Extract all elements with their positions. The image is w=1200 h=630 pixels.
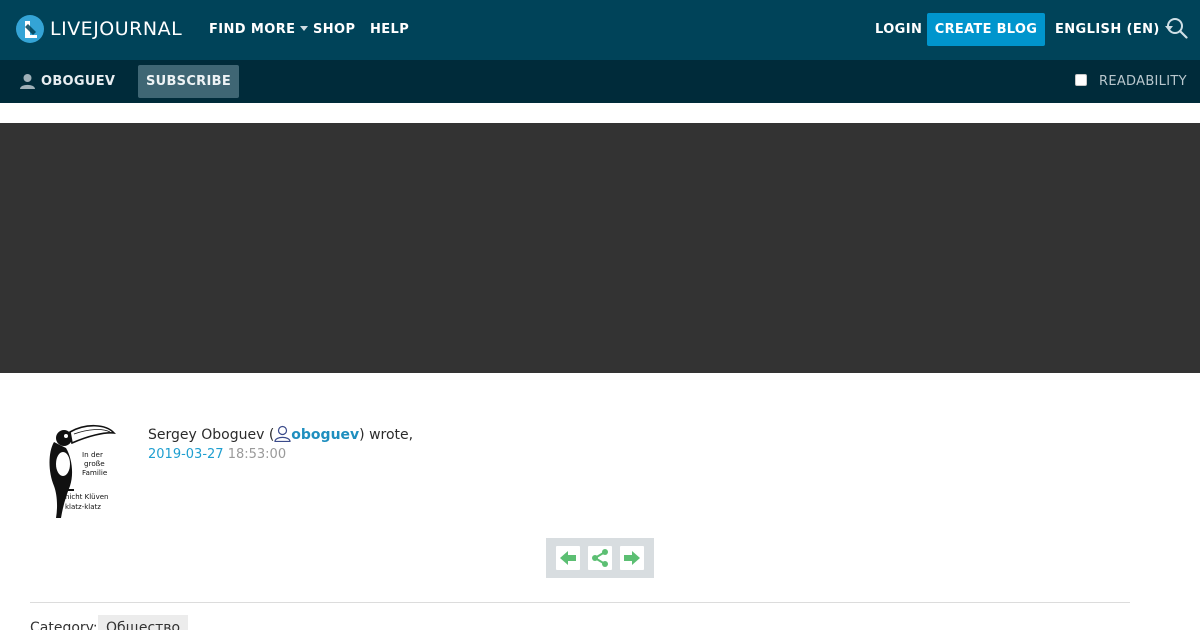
author-username-link[interactable]: oboguev — [291, 427, 359, 443]
nav-help[interactable]: HELP — [370, 22, 409, 37]
readability-label[interactable]: READABILITY — [1099, 74, 1187, 89]
toucan-avatar-image: In der große Familie nicht Klüven klatz-… — [49, 424, 116, 518]
create-blog-button[interactable]: CREATE BLOG — [927, 13, 1045, 46]
header-banner — [0, 123, 1200, 373]
nav-shop[interactable]: SHOP — [313, 22, 355, 37]
logo-text: LIVEJOURNAL — [50, 18, 183, 40]
nav-find-more[interactable]: FIND MORE — [209, 22, 309, 37]
category-label: Category: — [30, 620, 98, 630]
livejournal-logo[interactable]: LIVEJOURNAL — [16, 15, 182, 43]
lj-user-icon[interactable] — [274, 425, 291, 442]
arrow-right-icon — [624, 551, 640, 565]
avatar-text-line: große — [84, 459, 105, 468]
search-icon[interactable] — [1166, 17, 1188, 39]
avatar-text-line: klatz-klatz — [65, 503, 101, 511]
avatar-text-line: In der — [82, 450, 103, 459]
author-name: Sergey Oboguev ( — [148, 427, 275, 443]
share-icon — [592, 549, 608, 567]
author-avatar[interactable]: In der große Familie nicht Klüven klatz-… — [44, 424, 116, 520]
readability-checkbox[interactable] — [1075, 74, 1087, 86]
next-entry-button[interactable] — [620, 546, 644, 570]
chevron-down-icon — [300, 26, 309, 31]
subscribe-button[interactable]: SUBSCRIBE — [138, 65, 239, 98]
journal-bar: OBOGUEV SUBSCRIBE READABILITY — [0, 60, 1200, 103]
entry-navigation — [546, 538, 654, 578]
pencil-logo-icon — [16, 15, 44, 43]
language-label: ENGLISH (EN) — [1055, 22, 1160, 37]
top-navbar: LIVEJOURNAL FIND MORE SHOP HELP LOGIN CR… — [0, 0, 1200, 60]
share-button[interactable] — [588, 546, 612, 570]
nav-find-more-label: FIND MORE — [209, 22, 296, 37]
avatar-text-line: Familie — [82, 468, 108, 477]
wrote-text: ) wrote, — [359, 427, 414, 443]
post-dateline: 2019-03-27 18:53:00 — [148, 447, 286, 462]
post-time: 18:53:00 — [227, 447, 287, 462]
previous-entry-button[interactable] — [556, 546, 580, 570]
category-tag[interactable]: Общество — [98, 615, 189, 630]
arrow-left-icon — [560, 551, 576, 565]
avatar-text-line: nicht Klüven — [65, 493, 109, 501]
content-divider — [30, 602, 1130, 603]
language-selector[interactable]: ENGLISH (EN) — [1055, 22, 1173, 37]
login-link[interactable]: LOGIN — [875, 22, 922, 37]
journal-username[interactable]: OBOGUEV — [41, 74, 115, 89]
post-byline: Sergey Oboguev ( oboguev) wrote, — [148, 425, 413, 443]
post-date-link[interactable]: 2019-03-27 — [148, 447, 224, 462]
user-icon — [20, 74, 35, 89]
